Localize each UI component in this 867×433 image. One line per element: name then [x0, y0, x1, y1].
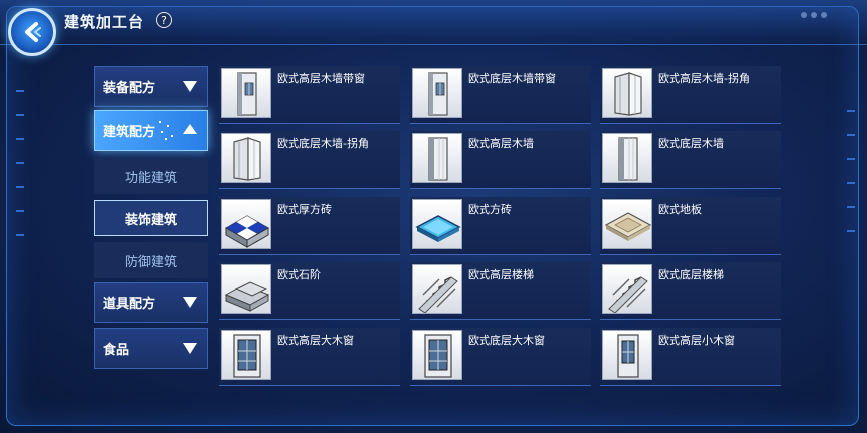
recipe-item[interactable]: 欧式地板 — [600, 197, 781, 255]
back-arrow-icon — [25, 22, 41, 42]
category-building[interactable]: 建筑配方 — [94, 110, 208, 151]
recipe-item[interactable]: 欧式高层木墙带窗 — [219, 66, 400, 124]
page-title: 建筑加工台 — [64, 13, 145, 31]
stone-step-icon — [221, 264, 271, 314]
recipe-item-name: 欧式石阶 — [277, 268, 321, 281]
left-decoration — [16, 90, 24, 258]
category-label: 建筑配方 — [103, 125, 156, 140]
recipe-item-name: 欧式高层木墙带窗 — [277, 72, 365, 85]
chevron-up-icon — [183, 124, 197, 134]
recipe-item-name: 欧式底层木墙-拐角 — [277, 137, 369, 150]
recipe-item-name: 欧式高层小木窗 — [658, 334, 735, 347]
chevron-down-icon — [183, 81, 197, 92]
wall-window-icon — [221, 68, 271, 118]
stairs-icon — [412, 264, 462, 314]
recipe-item-name: 欧式地板 — [658, 203, 702, 216]
category-label: 装备配方 — [103, 81, 156, 96]
recipe-item-name: 欧式高层大木窗 — [277, 334, 354, 347]
back-button[interactable] — [8, 8, 56, 56]
recipe-item[interactable]: 欧式高层木墙-拐角 — [600, 66, 781, 124]
category-equipment[interactable]: 装备配方 — [94, 66, 208, 107]
subcategory-decorative[interactable]: 装饰建筑 — [94, 200, 208, 236]
floor-icon — [602, 199, 652, 249]
large-window-icon — [221, 330, 271, 380]
recipe-item[interactable]: 欧式高层木墙 — [410, 131, 591, 189]
subcategory-functional[interactable]: 功能建筑 — [94, 158, 208, 194]
recipe-item-name: 欧式底层木墙带窗 — [468, 72, 556, 85]
right-decoration — [847, 110, 855, 254]
recipe-item[interactable]: 欧式石阶 — [219, 262, 400, 320]
recipe-item[interactable]: 欧式高层大木窗 — [219, 328, 400, 386]
wall-icon — [602, 133, 652, 183]
category-items[interactable]: 道具配方 — [94, 282, 208, 323]
more-dots-icon — [801, 12, 827, 18]
recipe-item[interactable]: 欧式底层木墙-拐角 — [219, 131, 400, 189]
recipe-item[interactable]: 欧式方砖 — [410, 197, 591, 255]
recipe-item-name: 欧式厚方砖 — [277, 203, 332, 216]
sparkle-icon — [157, 119, 177, 141]
wall-corner-icon — [221, 133, 271, 183]
recipe-item[interactable]: 欧式高层小木窗 — [600, 328, 781, 386]
category-label: 道具配方 — [103, 297, 156, 312]
recipe-item-name: 欧式方砖 — [468, 203, 512, 216]
recipe-item[interactable]: 欧式厚方砖 — [219, 197, 400, 255]
wall-icon — [412, 133, 462, 183]
tile-icon — [412, 199, 462, 249]
thick-tile-icon — [221, 199, 271, 249]
chevron-down-icon — [183, 343, 197, 354]
chevron-down-icon — [183, 297, 197, 308]
category-food[interactable]: 食品 — [94, 328, 208, 369]
recipe-item-name: 欧式底层楼梯 — [658, 268, 724, 281]
recipe-item-name: 欧式高层楼梯 — [468, 268, 534, 281]
subcategory-defense[interactable]: 防御建筑 — [94, 242, 208, 278]
stairs-icon — [602, 264, 652, 314]
recipe-item[interactable]: 欧式底层木墙带窗 — [410, 66, 591, 124]
large-window-icon — [412, 330, 462, 380]
recipe-item[interactable]: 欧式底层木墙 — [600, 131, 781, 189]
recipe-item[interactable]: 欧式高层楼梯 — [410, 262, 591, 320]
recipe-item[interactable]: 欧式底层大木窗 — [410, 328, 591, 386]
recipe-item-name: 欧式高层木墙 — [468, 137, 534, 150]
category-label: 食品 — [103, 343, 130, 358]
recipe-item[interactable]: 欧式底层楼梯 — [600, 262, 781, 320]
recipe-item-name: 欧式底层大木窗 — [468, 334, 545, 347]
wall-window-icon — [412, 68, 462, 118]
recipe-item-name: 欧式底层木墙 — [658, 137, 724, 150]
small-window-icon — [602, 330, 652, 380]
wall-corner-icon — [602, 68, 652, 118]
help-icon[interactable]: ? — [156, 12, 172, 28]
recipe-item-name: 欧式高层木墙-拐角 — [658, 72, 750, 85]
